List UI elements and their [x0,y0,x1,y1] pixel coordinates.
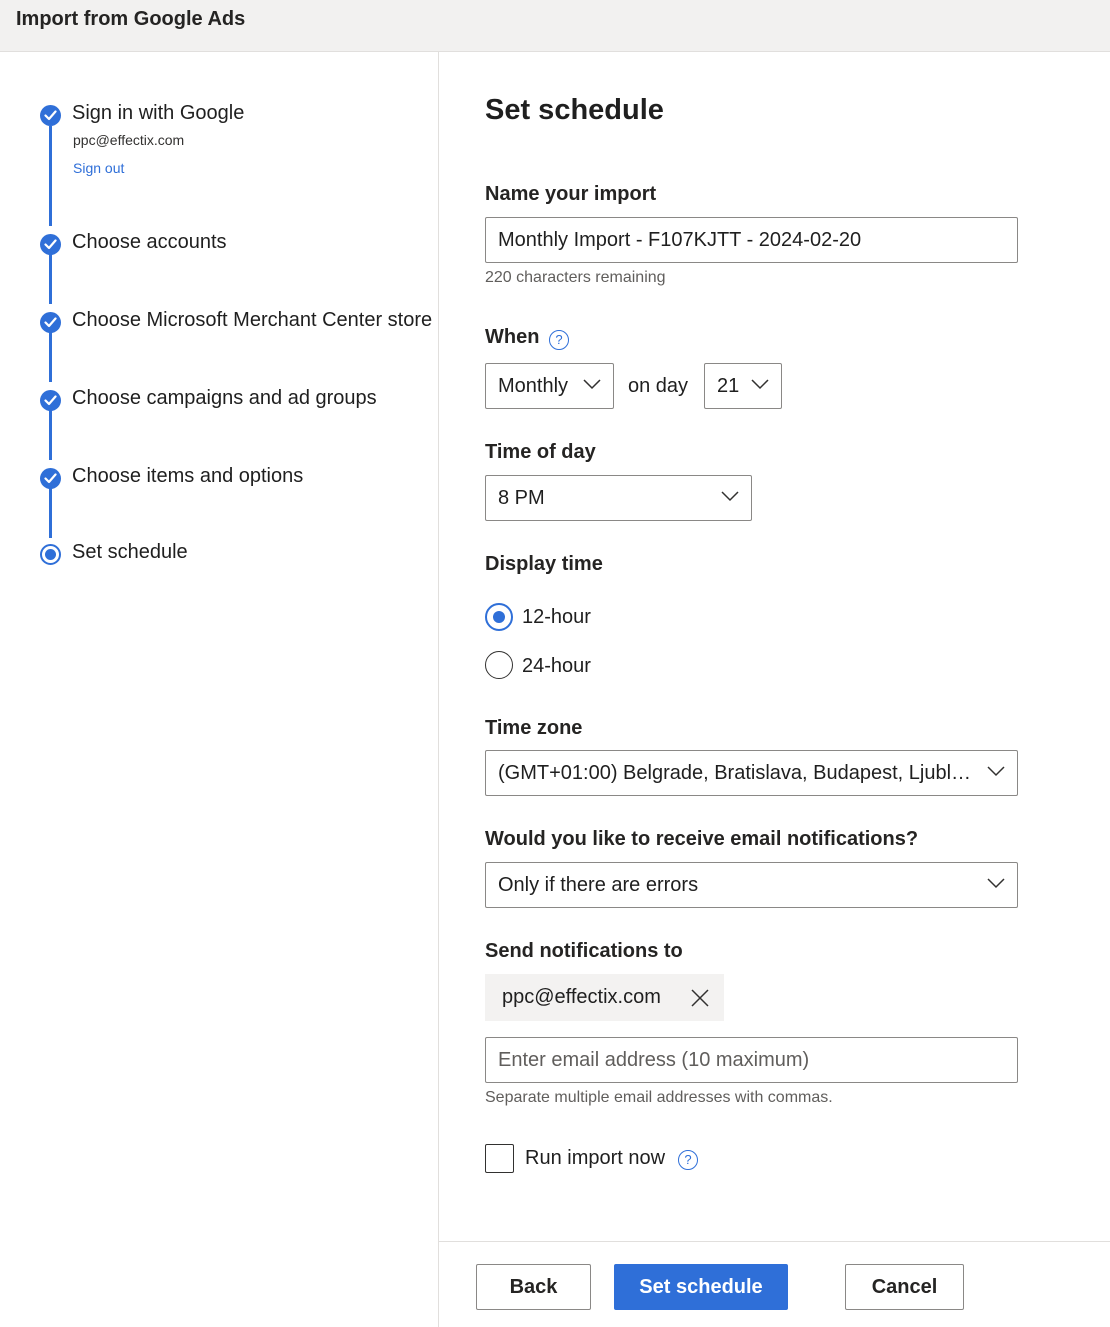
display-time-label: Display time [485,553,603,575]
frequency-dropdown[interactable]: Monthly [485,363,614,409]
email-helper: Separate multiple email addresses with c… [485,1089,833,1106]
checkmark-icon [40,105,61,126]
close-icon[interactable] [691,989,709,1007]
step-connector [49,254,52,304]
footer-divider [439,1241,1110,1242]
step-label: Choose items and options [72,465,304,487]
notifications-label: Would you like to receive email notifica… [485,828,919,850]
notifications-dropdown[interactable]: Only if there are errors [485,862,1018,908]
page-title: Set schedule [485,94,664,126]
chevron-down-icon [987,878,1005,889]
radio-24-hour[interactable] [485,651,513,679]
time-zone-label: Time zone [485,717,583,739]
send-to-label: Send notifications to [485,940,683,962]
email-chip: ppc@effectix.com [485,974,724,1021]
checkmark-icon [40,468,61,489]
chevron-down-icon [751,379,769,390]
chevron-down-icon [721,491,739,502]
frequency-value: Monthly [498,375,569,397]
help-icon[interactable]: ? [678,1150,698,1170]
run-import-now-checkbox[interactable] [485,1144,514,1173]
day-value: 21 [717,375,740,397]
email-input[interactable] [485,1037,1018,1083]
chevron-down-icon [987,766,1005,777]
characters-remaining: 220 characters remaining [485,269,666,286]
step-connector [49,410,52,460]
set-schedule-button[interactable]: Set schedule [614,1264,788,1310]
step-label: Sign in with Google [72,102,245,124]
back-button[interactable]: Back [476,1264,591,1310]
email-chip-text: ppc@effectix.com [502,986,661,1008]
when-label: When [485,326,540,348]
help-icon[interactable]: ? [549,330,569,350]
notifications-value: Only if there are errors [498,874,699,896]
checkmark-icon [40,234,61,255]
panel-divider [438,52,439,1327]
window-title: Import from Google Ads [16,8,246,30]
checkmark-icon [40,312,61,333]
step-label: Choose campaigns and ad groups [72,387,377,409]
step-label: Choose accounts [72,231,227,253]
time-zone-value: (GMT+01:00) Belgrade, Bratislava, Budape… [498,762,995,784]
step-connector [49,126,52,226]
chevron-down-icon [583,379,601,390]
time-of-day-dropdown[interactable]: 8 PM [485,475,752,521]
checkmark-icon [40,390,61,411]
day-dropdown[interactable]: 21 [704,363,782,409]
time-of-day-label: Time of day [485,441,596,463]
cancel-button[interactable]: Cancel [845,1264,964,1310]
signed-in-email: ppc@effectix.com [73,132,185,148]
time-of-day-value: 8 PM [498,487,545,509]
title-bar: Import from Google Ads [0,0,1110,52]
radio-12-hour-label: 12-hour [522,606,591,628]
step-connector [49,488,52,538]
run-import-now-label: Run import now [525,1147,666,1169]
current-step-icon [40,544,61,565]
step-connector [49,332,52,382]
sign-out-link[interactable]: Sign out [73,160,124,176]
time-zone-dropdown[interactable]: (GMT+01:00) Belgrade, Bratislava, Budape… [485,750,1018,796]
step-label: Set schedule [72,541,188,563]
radio-24-hour-label: 24-hour [522,655,591,677]
import-name-input[interactable] [485,217,1018,263]
name-label: Name your import [485,183,657,205]
radio-12-hour[interactable] [485,603,513,631]
step-label: Choose Microsoft Merchant Center store [72,309,433,331]
on-day-label: on day [628,375,689,397]
